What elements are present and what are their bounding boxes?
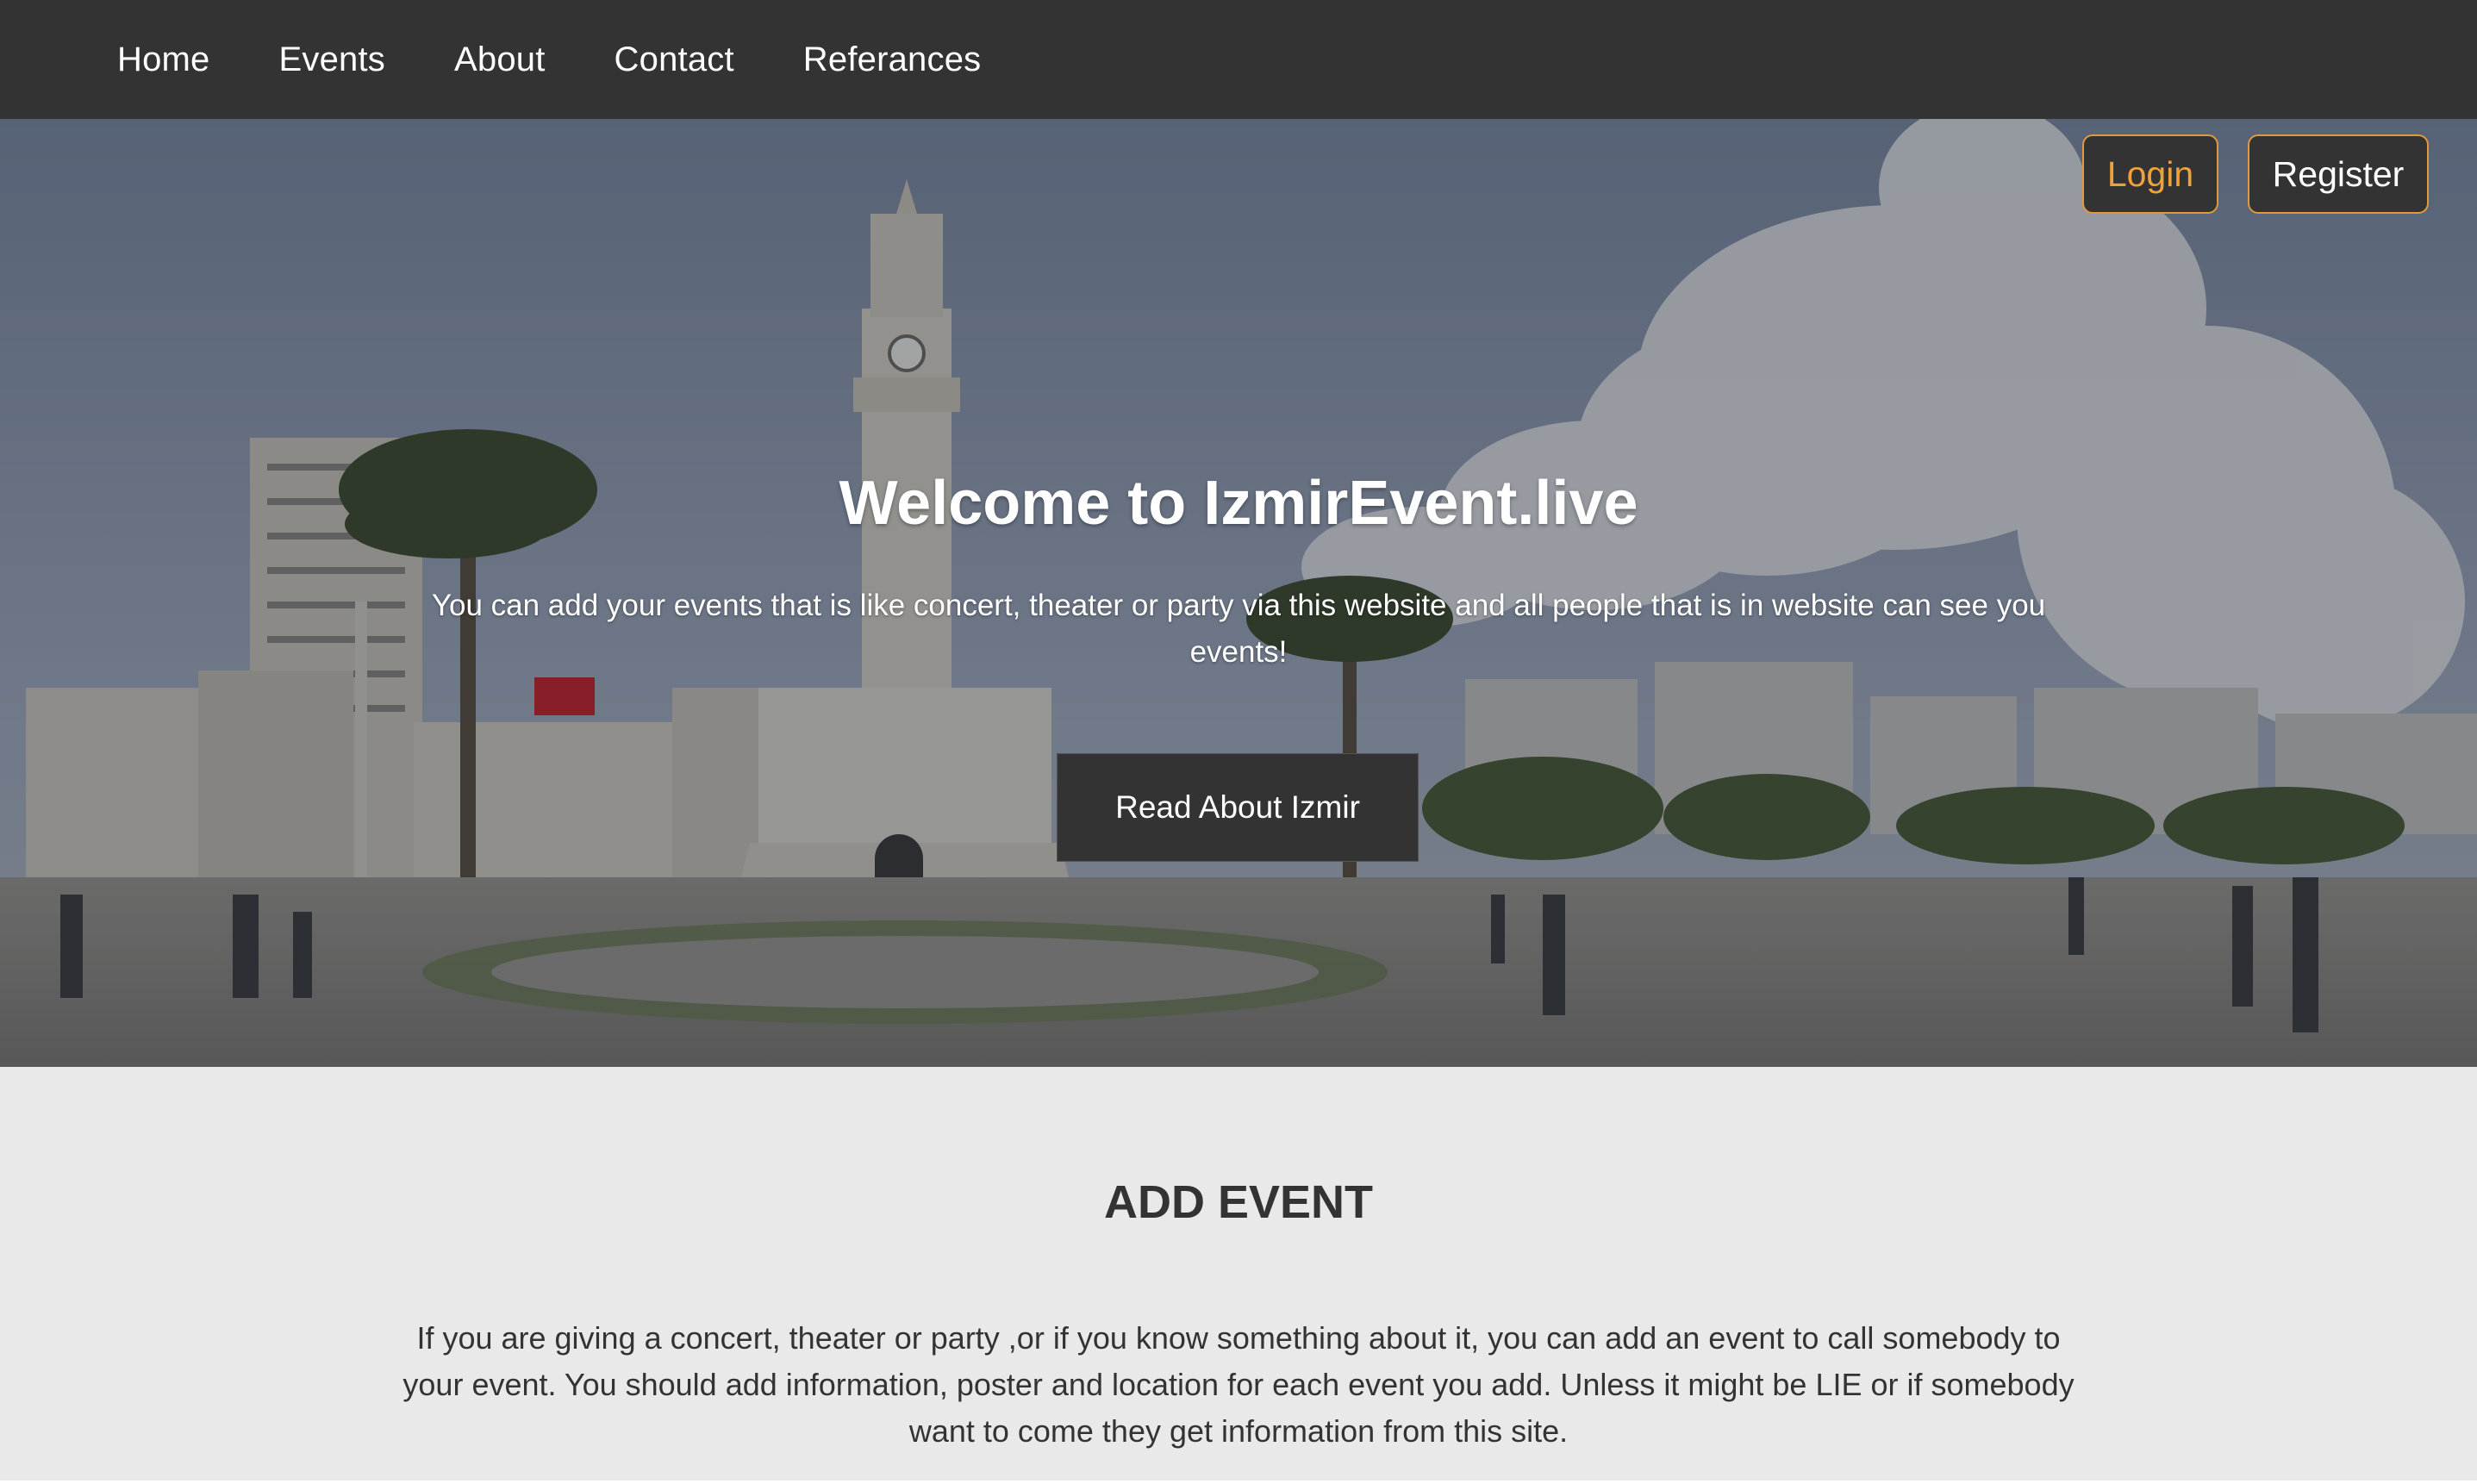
add-event-section: ADD EVENT If you are giving a concert, t…	[0, 1067, 2477, 1484]
nav-link-about[interactable]: About	[454, 41, 546, 82]
nav-link-contact[interactable]: Contact	[615, 41, 734, 82]
nav-link-referances[interactable]: Referances	[803, 41, 982, 82]
nav-link-events[interactable]: Events	[279, 41, 386, 82]
add-event-description: If you are giving a concert, theater or …	[402, 1320, 2075, 1449]
hero-title: Welcome to IzmirEvent.live	[839, 469, 1638, 538]
nav-link-home[interactable]: Home	[117, 41, 210, 82]
read-about-izmir-button[interactable]: Read About Izmir	[1057, 753, 1419, 862]
hero-subtitle: You can add your events that is like con…	[431, 589, 2046, 669]
hero-section: Login Register Welcome to IzmirEvent.liv…	[0, 119, 2477, 1067]
nav-menu: Home Events About Contact Referances	[117, 0, 1050, 119]
add-event-heading: ADD EVENT	[1103, 1176, 1374, 1228]
page-bottom-divider	[0, 1481, 2477, 1484]
register-button[interactable]: Register	[2248, 134, 2429, 214]
top-navbar: Home Events About Contact Referances	[0, 0, 2477, 119]
login-button[interactable]: Login	[2082, 134, 2218, 214]
